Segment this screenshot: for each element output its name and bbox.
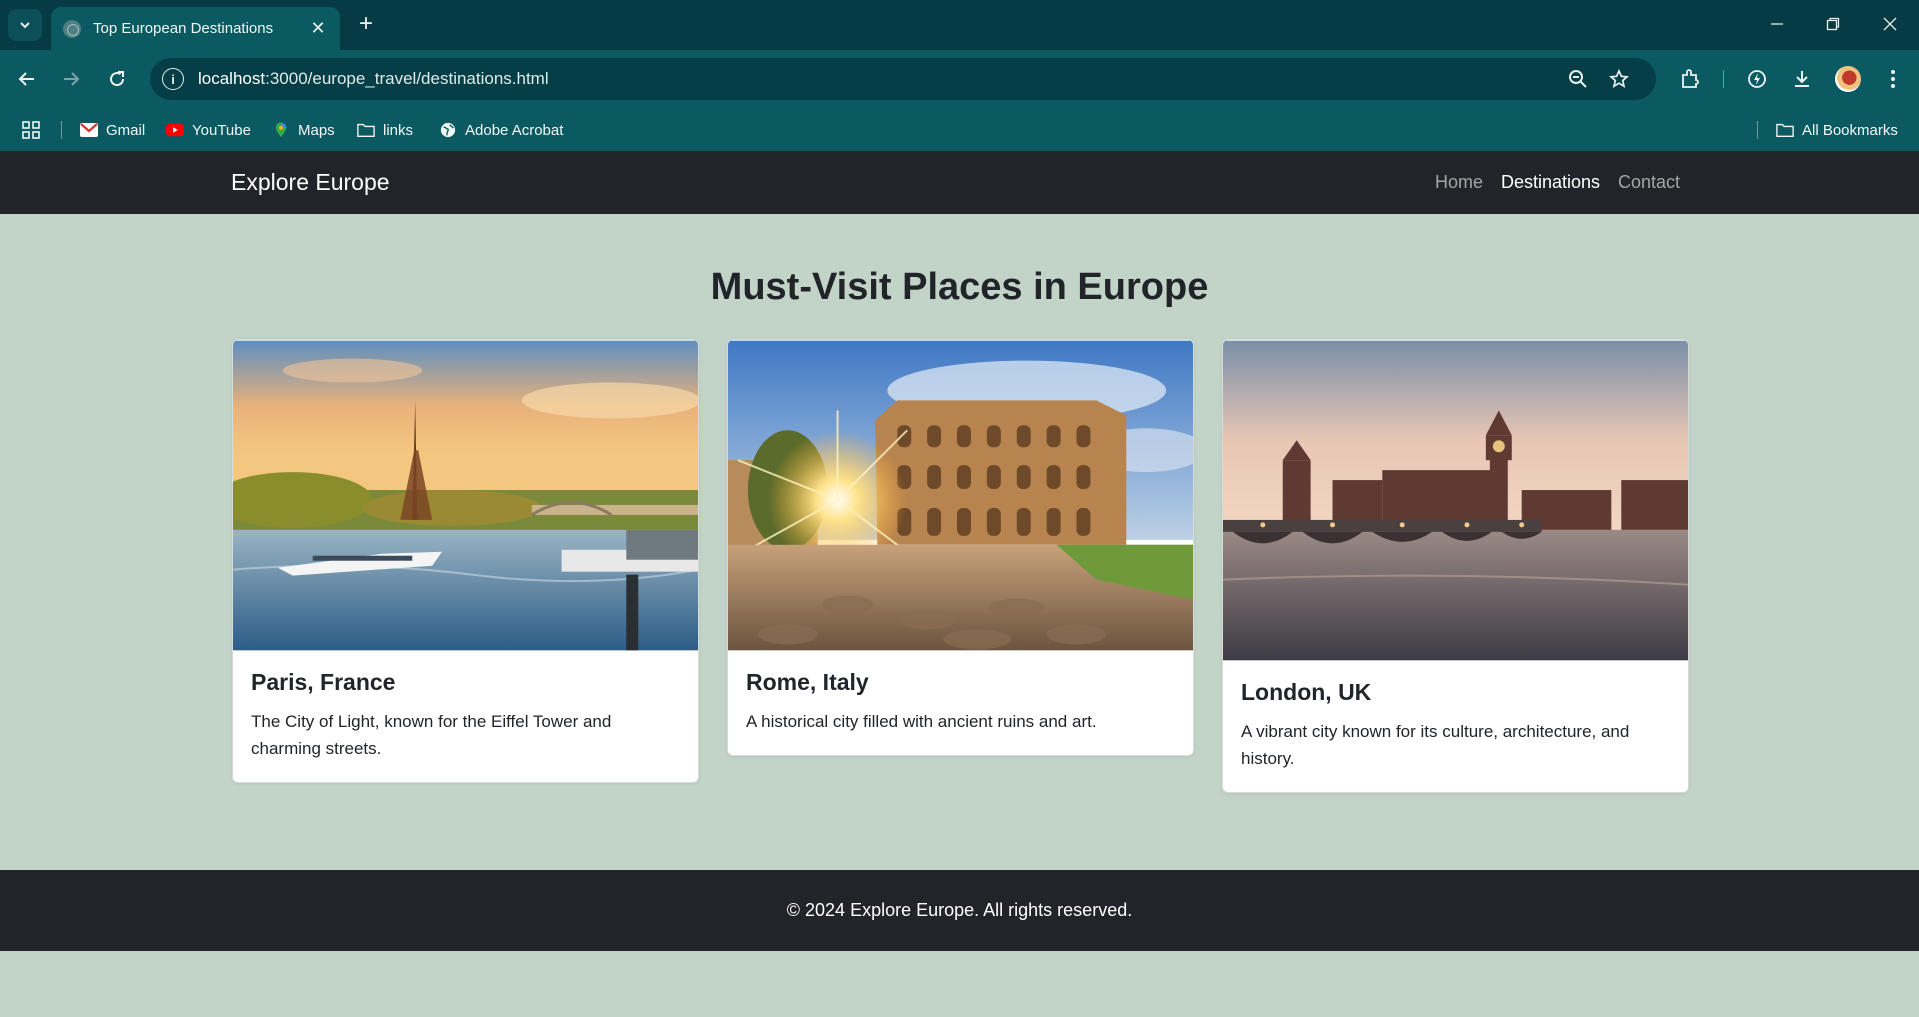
site-brand[interactable]: Explore Europe: [231, 169, 390, 196]
bookmark-links[interactable]: links: [357, 118, 413, 142]
back-button[interactable]: [11, 63, 43, 95]
nav-link-home[interactable]: Home: [1435, 172, 1483, 193]
rome-image: [728, 340, 1193, 651]
globe-icon: [63, 19, 81, 38]
bookmark-adobe-acrobat[interactable]: Adobe Acrobat: [439, 118, 563, 142]
bookmarks-bar: Gmail YouTube Maps links Adobe Acrobat A…: [0, 108, 1919, 151]
youtube-icon: [166, 123, 184, 137]
destination-card-london: London, UK A vibrant city known for its …: [1222, 339, 1689, 793]
card-title: Paris, France: [251, 669, 396, 695]
arrow-right-icon: [64, 72, 80, 86]
bookmarks-divider: [61, 121, 62, 139]
address-url[interactable]: localhost:3000/europe_travel/destination…: [198, 69, 549, 89]
bookmarks-divider: [1757, 121, 1758, 139]
bookmark-label: YouTube: [192, 121, 251, 139]
zoom-icon[interactable]: [1566, 67, 1590, 91]
card-text: A vibrant city known for its culture, ar…: [1241, 722, 1630, 768]
destination-card-paris: Paris, France The City of Light, known f…: [232, 339, 699, 783]
paris-image: [233, 340, 698, 651]
card-title: London, UK: [1241, 679, 1372, 705]
tab-title: Top European Destinations: [93, 20, 274, 37]
restore-button[interactable]: [1813, 8, 1853, 40]
address-bar[interactable]: i localhost:3000/europe_travel/destinati…: [150, 58, 1656, 100]
restore-icon: [1826, 17, 1840, 31]
performance-icon[interactable]: [1741, 63, 1773, 95]
all-bookmarks-label: All Bookmarks: [1802, 121, 1898, 139]
card-body: London, UK A vibrant city known for its …: [1223, 661, 1688, 792]
minimize-icon: [1771, 23, 1783, 25]
toolbar-divider: [1723, 70, 1724, 88]
nav-link-destinations[interactable]: Destinations: [1501, 172, 1600, 193]
card-text: A historical city filled with ancient ru…: [746, 712, 1097, 731]
card-body: Paris, France The City of Light, known f…: [233, 651, 698, 782]
extensions-icon[interactable]: [1674, 63, 1706, 95]
bookmark-label: Maps: [298, 121, 335, 139]
reload-icon: [110, 71, 125, 87]
destination-card-rome: Rome, Italy A historical city filled wit…: [727, 339, 1194, 756]
reload-button[interactable]: [101, 63, 133, 95]
bookmark-maps[interactable]: Maps: [272, 118, 335, 142]
apps-icon[interactable]: [22, 118, 40, 142]
bookmark-label: Gmail: [106, 121, 146, 139]
new-tab-button[interactable]: +: [352, 10, 380, 38]
bookmark-label: Adobe Acrobat: [465, 121, 564, 139]
card-text: The City of Light, known for the Eiffel …: [251, 712, 612, 758]
folder-icon: [1776, 123, 1794, 137]
card-title: Rome, Italy: [746, 669, 869, 695]
bookmark-youtube[interactable]: YouTube: [166, 118, 251, 142]
download-icon[interactable]: [1786, 63, 1818, 95]
gmail-icon: [80, 123, 98, 137]
globe-icon: [440, 122, 456, 138]
page-title: Must-Visit Places in Europe: [710, 266, 1209, 308]
tab-close-icon[interactable]: ✕: [306, 18, 330, 39]
more-menu-icon[interactable]: [1877, 63, 1909, 95]
minimize-button[interactable]: [1757, 8, 1797, 40]
forward-button[interactable]: [55, 63, 87, 95]
bookmark-label: links: [383, 121, 414, 139]
site-footer: © 2024 Explore Europe. All rights reserv…: [0, 870, 1919, 951]
bookmark-gmail[interactable]: Gmail: [80, 118, 145, 142]
all-bookmarks-button[interactable]: All Bookmarks: [1776, 118, 1898, 142]
tab-search-button[interactable]: [8, 9, 42, 41]
browser-tab[interactable]: Top European Destinations ✕: [51, 7, 340, 50]
nav-link-contact[interactable]: Contact: [1618, 172, 1680, 193]
star-icon[interactable]: [1607, 67, 1631, 91]
card-body: Rome, Italy A historical city filled wit…: [728, 651, 1193, 755]
london-image: [1223, 340, 1688, 661]
close-icon: [1883, 17, 1897, 31]
browser-tab-strip: Top European Destinations ✕ +: [0, 0, 1919, 50]
chevron-down-icon: [20, 22, 30, 29]
browser-toolbar: i localhost:3000/europe_travel/destinati…: [0, 50, 1919, 108]
profile-avatar[interactable]: [1835, 66, 1861, 92]
footer-text: © 2024 Explore Europe. All rights reserv…: [786, 900, 1133, 920]
folder-icon: [357, 123, 375, 137]
arrow-left-icon: [18, 72, 34, 86]
site-info-icon[interactable]: i: [162, 68, 184, 90]
close-window-button[interactable]: [1870, 8, 1910, 40]
maps-icon: [275, 122, 287, 138]
site-navbar: Explore Europe Home Destinations Contact: [0, 151, 1919, 214]
